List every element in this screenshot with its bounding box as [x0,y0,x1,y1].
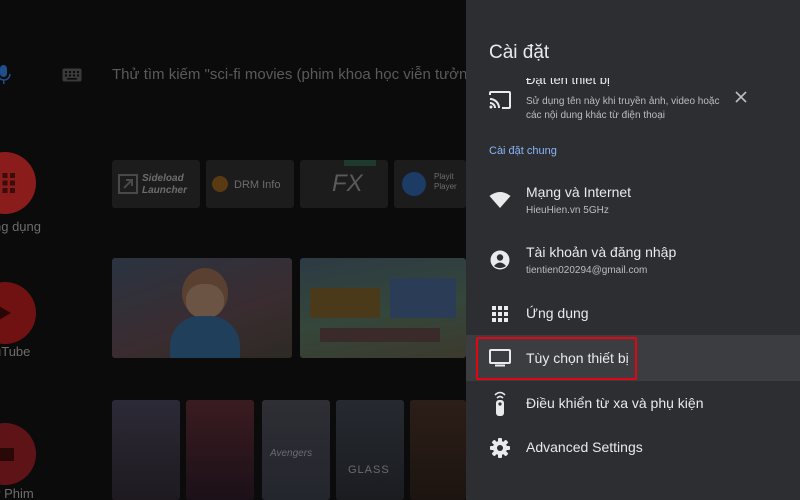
apps-grid-icon [488,302,512,326]
settings-item-title: Điều khiển từ xa và phụ kiện [526,395,704,411]
featured-thumbnail-trucks[interactable] [300,258,466,358]
settings-item-title: Mạng và Internet [526,184,632,200]
app-tile-label: Playit Player [434,172,457,191]
movie-poster[interactable]: Avengers [262,400,330,500]
movies-label: y Phim [0,486,34,500]
youtube-label: uTube [0,344,31,359]
youtube-shortcut[interactable] [0,282,36,344]
settings-item-subtitle: HieuHien.vn 5GHz [526,205,609,216]
settings-item-title: Tài khoản và đăng nhập [526,244,677,260]
sideload-icon [118,174,138,194]
remote-icon [488,390,512,418]
device-name-notice[interactable]: Đặt tên thiết bị Sử dụng tên này khi tru… [466,78,800,130]
featured-thumbnail-animation[interactable] [112,258,292,358]
film-icon [0,448,14,461]
drm-icon [212,176,228,192]
microphone-icon[interactable] [0,64,12,86]
apps-label: ng dụng [0,219,41,234]
settings-item-title: Advanced Settings [526,439,643,455]
app-tile-label: FX [332,170,363,197]
section-general-header: Cài đặt chung [489,145,557,157]
settings-title: Cài đặt [489,42,550,63]
settings-item-title: Ứng dụng [526,305,589,321]
movie-poster[interactable]: GLASS [336,400,404,500]
play-icon [0,306,11,320]
wifi-icon [488,188,512,212]
movies-shortcut[interactable] [0,423,36,485]
settings-panel: Cài đặt Đặt tên thiết bị Sử dụng tên này… [466,0,800,500]
gear-icon [488,436,512,460]
highlight-annotation-box [476,337,637,380]
settings-item-apps[interactable]: Ứng dụng [466,294,800,334]
playit-icon [402,172,426,196]
keyboard-icon[interactable] [62,68,82,82]
apps-shortcut[interactable] [0,152,36,214]
home-screen-background: Thử tìm kiếm "sci-fi movies (phim khoa h… [0,0,466,500]
app-tile-drm-info[interactable]: DRM Info [206,160,294,208]
poster-title: Avengers [270,448,313,459]
movie-poster[interactable] [186,400,254,500]
settings-item-account[interactable]: Tài khoản và đăng nhập tientien020294@gm… [466,236,800,284]
cast-subtitle-line1: Sử dụng tên này khi truyền ảnh, video ho… [526,96,720,107]
app-tile-label: DRM Info [234,179,281,191]
settings-item-subtitle: tientien020294@gmail.com [526,265,648,276]
cast-icon [488,88,512,112]
apps-grid-icon [2,173,15,193]
movie-poster[interactable] [410,400,466,500]
movie-poster[interactable] [112,400,180,500]
app-tile-sideload[interactable]: Sideload Launcher [112,160,200,208]
cast-title: Đặt tên thiết bị [526,78,610,87]
poster-title: GLASS [348,464,390,476]
app-tile-label: Sideload Launcher [142,173,188,196]
cast-subtitle-line2: các nội dung khác từ điện thoại [526,110,666,121]
settings-item-remote[interactable]: Điều khiển từ xa và phụ kiện [466,384,800,424]
search-hint[interactable]: Thử tìm kiếm "sci-fi movies (phim khoa h… [112,66,466,83]
close-icon[interactable] [734,90,748,104]
app-tile-playit[interactable]: Playit Player [394,160,466,208]
account-icon [488,248,512,272]
app-tile-fx[interactable]: FX [300,160,388,208]
settings-item-advanced[interactable]: Advanced Settings [466,428,800,468]
settings-item-network[interactable]: Mạng và Internet HieuHien.vn 5GHz [466,176,800,224]
